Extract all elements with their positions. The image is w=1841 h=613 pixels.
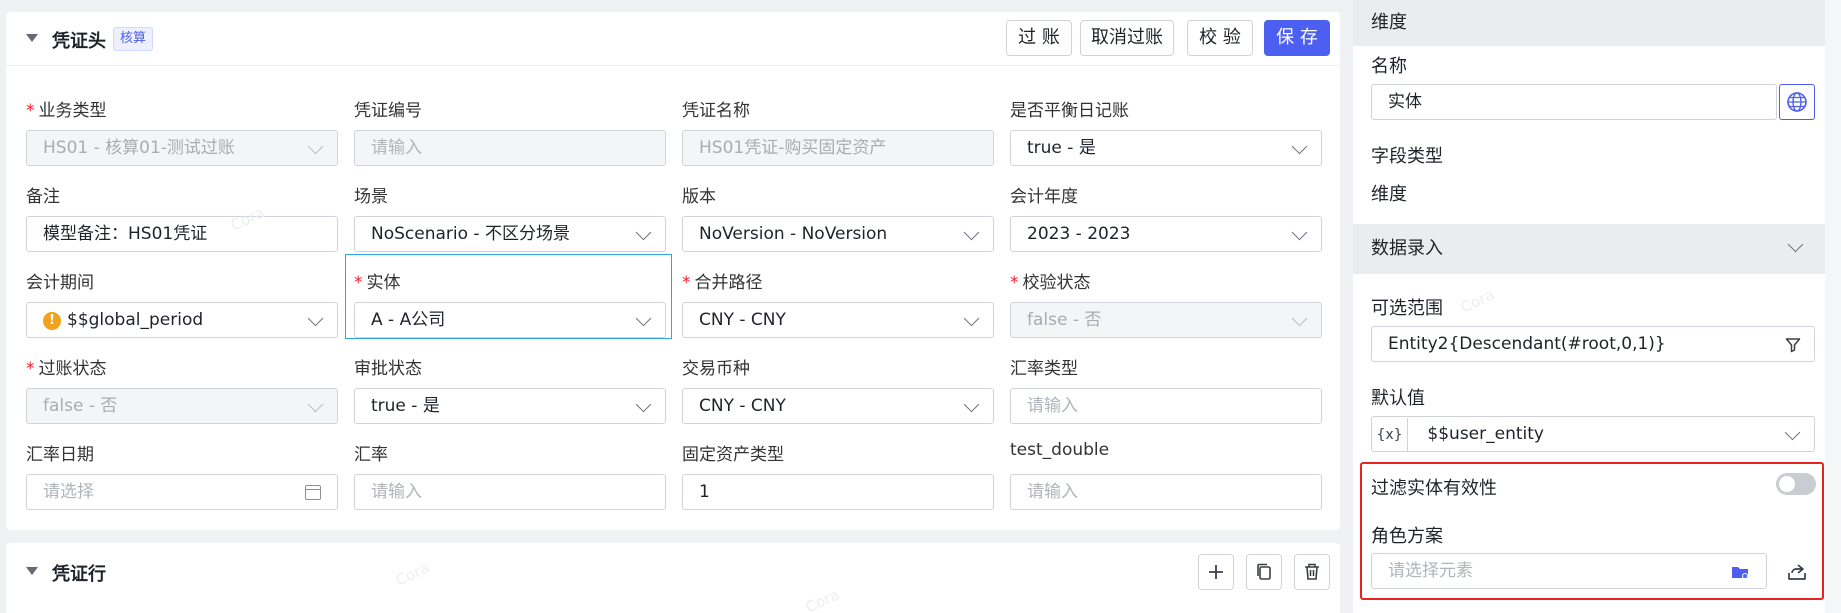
collapse-caret-icon[interactable]: [26, 567, 38, 575]
chevron-down-icon: [963, 224, 980, 241]
section-title: 凭证行: [52, 564, 106, 585]
accounting-tag: 核算: [113, 27, 154, 51]
chevron-down-icon: [307, 396, 324, 413]
chevron-down-icon: [1291, 310, 1308, 327]
filter-icon[interactable]: [1784, 336, 1802, 354]
add-line-button[interactable]: [1198, 554, 1234, 590]
required-mark: *: [1010, 273, 1019, 293]
delete-line-button[interactable]: [1294, 554, 1330, 590]
range-input[interactable]: Entity2{Descendant(#root,0,1)}: [1371, 326, 1815, 362]
chevron-down-icon: [1787, 236, 1804, 253]
highlight-box: [1360, 462, 1824, 600]
rate-input[interactable]: 请输入: [354, 474, 666, 510]
test-double-input[interactable]: 请输入: [1010, 474, 1322, 510]
default-value-label: 默认值: [1371, 388, 1425, 409]
rate-date-picker[interactable]: 请选择: [26, 474, 338, 510]
chevron-down-icon: [963, 396, 980, 413]
voucher-lines-card: 凭证行: [6, 543, 1340, 613]
translate-button[interactable]: [1779, 84, 1815, 120]
dimension-section-header: 维度: [1353, 0, 1825, 46]
period-select[interactable]: ! $$global_period: [26, 302, 338, 338]
asset-type-input[interactable]: 1: [682, 474, 994, 510]
chevron-down-icon: [307, 138, 324, 155]
balance-daily-select[interactable]: true - 是: [1010, 130, 1322, 166]
chevron-down-icon: [1291, 224, 1308, 241]
trash-icon: [1305, 563, 1319, 580]
field-type-label: 字段类型: [1371, 146, 1443, 167]
voucher-name-input[interactable]: HS01凭证-购买固定资产: [682, 130, 994, 166]
chevron-down-icon: [1291, 138, 1308, 155]
collapse-caret-icon[interactable]: [26, 34, 38, 42]
chevron-down-icon: [635, 310, 652, 327]
default-value-select[interactable]: {x} $$user_entity: [1371, 416, 1815, 452]
fiscal-year-select[interactable]: 2023 - 2023: [1010, 216, 1322, 252]
required-mark: *: [354, 273, 363, 293]
data-entry-section-header[interactable]: 数据录入: [1353, 224, 1825, 274]
voucher-header-card: 凭证头 核算 过 账 取消过账 校 验 保 存: [6, 12, 1340, 530]
required-mark: *: [26, 101, 35, 121]
copy-line-button[interactable]: [1246, 554, 1282, 590]
remark-input[interactable]: 模型备注：HS01凭证: [26, 216, 338, 252]
name-label: 名称: [1371, 56, 1407, 77]
approval-status-select[interactable]: true - 是: [354, 388, 666, 424]
globe-icon: [1787, 92, 1807, 112]
version-select[interactable]: NoVersion - NoVersion: [682, 216, 994, 252]
name-input[interactable]: 实体: [1371, 84, 1777, 120]
plus-icon: [1209, 565, 1223, 579]
consolidation-path-select[interactable]: CNY - CNY: [682, 302, 994, 338]
validate-status-select[interactable]: false - 否: [1010, 302, 1322, 338]
field-type-value: 维度: [1371, 184, 1407, 205]
copy-icon: [1257, 563, 1271, 580]
post-status-select[interactable]: false - 否: [26, 388, 338, 424]
voucher-header-bar: 凭证头 核算 过 账 取消过账 校 验 保 存: [6, 12, 1340, 66]
chevron-down-icon: [1784, 424, 1801, 441]
section-title: 凭证头: [52, 31, 106, 52]
panel-scrollbar[interactable]: [1825, 0, 1841, 613]
required-mark: *: [26, 359, 35, 379]
chevron-down-icon: [307, 310, 324, 327]
chevron-down-icon: [963, 310, 980, 327]
chevron-down-icon: [635, 224, 652, 241]
filter-validity-toggle[interactable]: [1776, 473, 1816, 495]
variable-icon: {x}: [1372, 418, 1408, 451]
calendar-icon: [305, 485, 321, 500]
chevron-down-icon: [635, 396, 652, 413]
post-button[interactable]: 过 账: [1006, 20, 1072, 56]
toggle-knob: [1779, 476, 1795, 492]
entity-select[interactable]: A - A公司: [354, 302, 666, 338]
warning-icon: !: [43, 312, 61, 330]
voucher-main: 凭证头 核算 过 账 取消过账 校 验 保 存 * 业务类型 HS01 - 核算0…: [0, 0, 1340, 613]
range-label: 可选范围: [1371, 298, 1443, 319]
validate-button[interactable]: 校 验: [1187, 20, 1253, 56]
rate-type-input[interactable]: 请输入: [1010, 388, 1322, 424]
voucher-no-input[interactable]: 请输入: [354, 130, 666, 166]
required-mark: *: [682, 273, 691, 293]
save-button[interactable]: 保 存: [1264, 20, 1330, 56]
scenario-select[interactable]: NoScenario - 不区分场景: [354, 216, 666, 252]
currency-select[interactable]: CNY - CNY: [682, 388, 994, 424]
unpost-button[interactable]: 取消过账: [1080, 20, 1174, 56]
business-type-select[interactable]: HS01 - 核算01-测试过账: [26, 130, 338, 166]
